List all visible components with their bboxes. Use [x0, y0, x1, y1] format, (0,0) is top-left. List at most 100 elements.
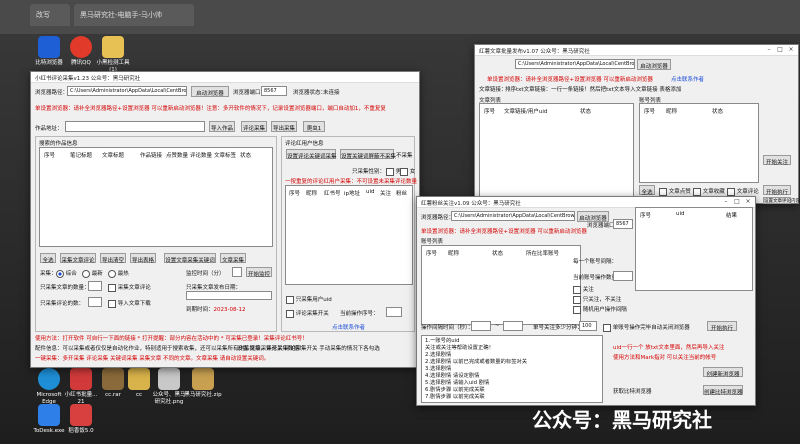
maximize-icon[interactable]: □: [775, 46, 785, 55]
user-note: 一按重复的评论红用户采集：不可设置未采集评论数量: [285, 179, 418, 185]
tab-2[interactable]: 黑马研究社-电脑手-马小帅: [74, 4, 194, 26]
account-table[interactable]: 序号 昵称 状态 所在比率账号: [421, 245, 581, 325]
browser-path-input[interactable]: C:\Users\Administrator\AppData\Local\Cen…: [67, 86, 187, 96]
close-icon[interactable]: ×: [786, 46, 796, 55]
col-header: uid: [366, 189, 375, 195]
favorite-toggle[interactable]: 文章收藏: [693, 187, 725, 196]
only-follow-toggle[interactable]: 只关注，不关注: [573, 295, 621, 304]
contact-author-link[interactable]: 点击联系作者: [332, 323, 365, 331]
export-collect-button[interactable]: 导出采集: [271, 121, 297, 132]
select-all-button[interactable]: 全选: [639, 185, 655, 196]
search-input[interactable]: [65, 121, 205, 132]
account-list-label: 账号列表: [421, 239, 444, 245]
minimize-icon[interactable]: –: [721, 198, 731, 207]
zip-file-icon: [192, 368, 214, 390]
usage-note: 使用方法和Mark指对 可以关注当前的帐号: [613, 355, 717, 361]
import-button[interactable]: 导入作品: [209, 121, 235, 132]
collect-date-label: 只采集文章发布日期：: [186, 285, 242, 291]
execute-button[interactable]: 开始执行: [763, 185, 791, 196]
set-block-keyword-button[interactable]: 设置关键词屏蔽不采集: [340, 149, 396, 160]
footer-side-note: 设置 文章采集开关 评论采集开关 手动采集的情况下各勾选: [237, 346, 380, 352]
set-comment-keyword-button[interactable]: 设置评论关键词采集: [286, 149, 337, 160]
gender-female[interactable]: 女: [400, 167, 415, 176]
not-collect-label: 不采集: [396, 153, 413, 159]
gender-male[interactable]: 男: [386, 167, 401, 176]
app-icon: [70, 368, 92, 390]
uid-table[interactable]: 序号 uid 结果: [635, 207, 753, 291]
desktop-icon-zip[interactable]: 黑马研究社.zip: [184, 368, 222, 399]
comment-count-input[interactable]: [88, 297, 102, 307]
only-uid-toggle[interactable]: 只采集用户uid: [286, 295, 332, 304]
random-interval-toggle[interactable]: 随机用户操作间隔: [573, 305, 627, 314]
current-account-input[interactable]: [613, 271, 633, 281]
auto-close-toggle[interactable]: 单账号操作完毕自动关闭浏览器: [603, 323, 690, 332]
article-collect-button[interactable]: 文章采集: [220, 253, 246, 264]
like-toggle[interactable]: 文章点赞: [659, 187, 691, 196]
col-header: 点赞数量: [166, 153, 189, 159]
port-input[interactable]: 8567: [261, 86, 287, 96]
select-all-button[interactable]: 全选: [40, 253, 56, 264]
col-header: uid: [676, 211, 685, 217]
article-table[interactable]: 序号 文章链接/用户uid 状态: [479, 103, 634, 199]
start-monitor-button[interactable]: 开始监控: [246, 267, 272, 278]
start-follow-button[interactable]: 开始关注: [763, 155, 791, 166]
comment-toggle[interactable]: 文章评论: [727, 187, 759, 196]
users-table[interactable]: 序号 昵称 红书号 ip地址 uid 关注 粉丝: [285, 185, 413, 285]
browser-path-input[interactable]: C:\Users\Administrator\AppData\Local\Cen…: [515, 59, 635, 69]
create-bit-browser-button[interactable]: 创建比特浏览器: [703, 385, 743, 396]
main-window-titlebar: 小红书评论采集v1.23 公众号：黑马研究社: [31, 72, 419, 83]
launch-browser-button[interactable]: 启动浏览器: [637, 59, 671, 70]
image-file-icon: [158, 368, 180, 390]
desktop-icon-daoxiang[interactable]: 稻香饭5.0: [62, 404, 100, 435]
log-area[interactable]: 1.一账号的uid 关注或关注等帮助设置正确！ 2.选择剧情 2.选择剧情 以前…: [421, 335, 603, 403]
minimize-icon[interactable]: –: [764, 46, 774, 55]
desktop-icon-label: 黑马研究社.zip: [184, 392, 222, 398]
create-browser-button[interactable]: 创建新浏览器: [703, 367, 743, 378]
sort-radio-1[interactable]: 综合: [56, 269, 77, 278]
tab-1[interactable]: 改写: [30, 4, 70, 26]
execute-button[interactable]: 开始执行: [707, 321, 737, 332]
checkbox-label: 评论采集开关: [295, 311, 329, 317]
col-header: 状态: [580, 109, 592, 115]
works-table[interactable]: 序号 笔记标题 文章标题 作品链接 点赞数量 评论数量 文章标签 状态: [39, 147, 273, 247]
edge-icon: [38, 368, 60, 390]
col-header: 文章标签: [214, 153, 237, 159]
account-table[interactable]: 序号 昵称 状态: [639, 103, 759, 183]
launch-browser-button[interactable]: 启动浏览器: [191, 86, 229, 97]
set-article-keyword-button[interactable]: 设置文章采集关键词: [164, 253, 216, 264]
desktop-icon-detect-tool[interactable]: 小黑检测工具 (1): [94, 36, 132, 74]
article-window-titlebar: 红薯文章批量发布v1.07 公众号：黑马研究社: [475, 45, 798, 56]
follow-toggle[interactable]: 关注: [573, 285, 594, 294]
export-clear-button[interactable]: 导出清空: [100, 253, 126, 264]
sort-radio-2[interactable]: 最新: [82, 269, 103, 278]
sort-radio-3[interactable]: 最热: [108, 269, 129, 278]
port-input[interactable]: 8567: [613, 219, 633, 229]
desktop-icon-label: 腾讯QQ: [71, 60, 91, 66]
desktop-icon-png[interactable]: 公众号、黑马研究社.png: [150, 368, 188, 406]
article-count-input[interactable]: [88, 281, 102, 291]
comment-collect-switch[interactable]: 评论采集开关: [286, 309, 329, 318]
interval-max-input[interactable]: [503, 321, 523, 331]
crawler-button[interactable]: 爬虫1: [303, 121, 325, 132]
export-table-button[interactable]: 导出表格: [130, 253, 156, 264]
follow-window: 红薯粉丝关注v1.09 公众号：黑马研究社 – □ × 浏览器路径： C:\Us…: [416, 196, 756, 406]
col-header: 文章标题: [102, 153, 125, 159]
interval-min-input[interactable]: [471, 321, 491, 331]
close-icon[interactable]: ×: [743, 198, 753, 207]
main-notice: 单设置浏览器：请补全浏览器路径+设置浏览器 可以重新启动浏览器！注意：多开软件的…: [35, 106, 386, 112]
interval-input[interactable]: [232, 267, 242, 277]
current-task-input[interactable]: [386, 307, 402, 317]
comment-collect-toggle[interactable]: 采集文章评论: [108, 283, 151, 292]
set-comment-content-button[interactable]: 设置文章评论内容: [763, 197, 800, 204]
collect-button[interactable]: 评论采集: [241, 121, 267, 132]
per-follow-input[interactable]: 100: [579, 321, 597, 331]
import-download-toggle[interactable]: 导入文章下载: [108, 299, 151, 308]
checkbox-label: 单账号操作完毕自动关闭浏览器: [612, 325, 690, 331]
contact-author-link[interactable]: 点击联系作者: [671, 75, 704, 83]
col-header: 红书号: [324, 191, 341, 197]
collect-article-comments-button[interactable]: 采集文章评论: [60, 253, 96, 264]
collect-label: 采集：: [40, 271, 57, 277]
collect-date-input[interactable]: [186, 291, 272, 300]
maximize-icon[interactable]: □: [732, 198, 742, 207]
browser-path-input[interactable]: C:\Users\Administrator\AppData\Local\Cen…: [451, 211, 575, 221]
